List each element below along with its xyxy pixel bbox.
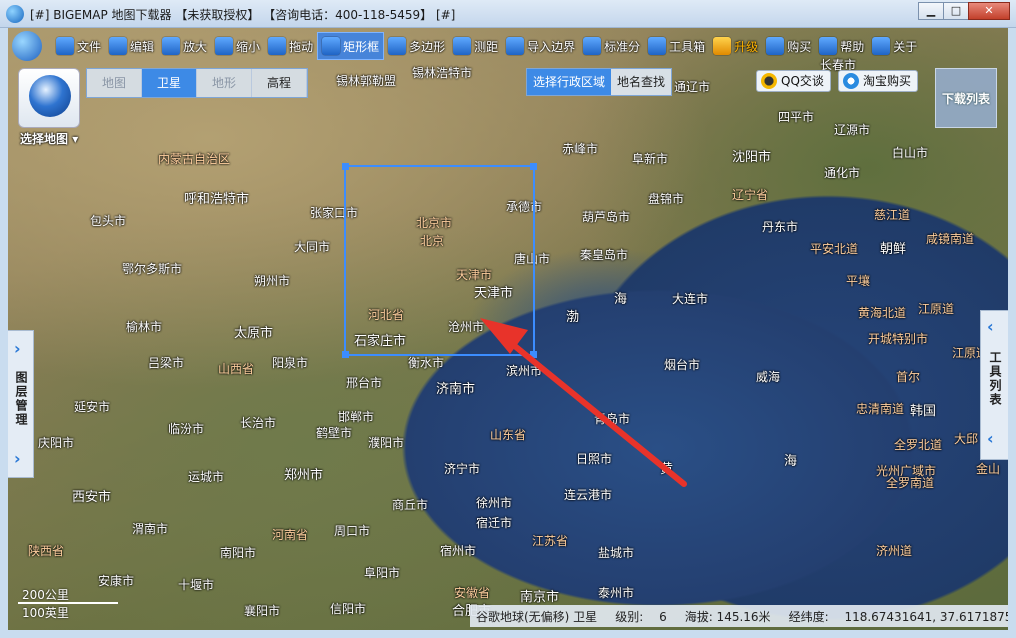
import-icon (506, 37, 525, 55)
polygon-tool-button[interactable]: 多边形 (384, 32, 449, 60)
cart-icon (766, 37, 785, 55)
zoom-out-button[interactable]: 缩小 (211, 32, 264, 60)
qq-icon (761, 73, 777, 89)
map-scale: 200公里 100英里 (14, 584, 124, 624)
measure-button[interactable]: 测距 (449, 32, 502, 60)
standard-grid-button[interactable]: 标准分 (579, 32, 644, 60)
map-type-tabs: 地图 卫星 地形 高程 (86, 68, 308, 98)
main-toolbar: 文件 编辑 放大 缩小 拖动 矩形框 多边形 测距 导入边界 标准分 工具箱 升… (8, 30, 1008, 62)
tool-list-tab[interactable]: ‹ 工具列表 ‹ (980, 310, 1008, 460)
rectangle-tool-button[interactable]: 矩形框 (317, 32, 385, 60)
tool-list-label: 工具列表 (988, 351, 1002, 407)
chevron-left-icon[interactable]: ‹ (987, 317, 994, 336)
map-viewport[interactable]: 锡林郭勒盟 锡林浩特市 通辽市 长春市 四平市 辽源市 内蒙古自治区 赤峰市 阜新市 沈阳市 白山市… (8, 28, 1008, 630)
folder-icon (56, 37, 74, 55)
tab-elevation[interactable]: 高程 (252, 69, 307, 97)
zoom-out-icon (215, 37, 234, 55)
tab-map[interactable]: 地图 (87, 69, 142, 97)
elevation-readout: 海拔: 145.16米 (684, 609, 771, 624)
map-selector-label[interactable]: 选择地图 ▾ (20, 130, 78, 147)
file-button[interactable]: 文件 (52, 32, 105, 60)
download-list-button[interactable]: 下载列表 (935, 68, 997, 128)
upgrade-button[interactable]: 升级 (709, 32, 762, 60)
chevron-right-icon[interactable]: › (14, 449, 21, 468)
pan-button[interactable]: 拖动 (264, 32, 317, 60)
globe-icon (29, 75, 71, 117)
zoom-in-icon (162, 37, 181, 55)
red-arrow-annotation (480, 318, 687, 487)
app-icon (6, 5, 24, 23)
ruler-icon (453, 37, 472, 55)
close-button[interactable]: ✕ (968, 2, 1010, 20)
maximize-button[interactable]: □ (943, 2, 969, 20)
info-icon (872, 37, 891, 55)
window-title: [#] BIGEMAP 地图下载器 【未获取授权】 【咨询电话：400-118-… (30, 8, 456, 22)
map-source: 谷歌地球(无偏移) 卫星 (476, 609, 598, 624)
coordinates-readout: 经纬度: 118.67431641, 37.61718750 (788, 609, 1008, 624)
zoom-in-button[interactable]: 放大 (158, 32, 211, 60)
region-tabs: 选择行政区域 地名查找 (526, 68, 673, 96)
edit-button[interactable]: 编辑 (105, 32, 158, 60)
tab-satellite[interactable]: 卫星 (142, 69, 197, 97)
hand-icon (268, 37, 287, 55)
edit-icon (109, 37, 128, 55)
taobao-buy-button[interactable]: 淘宝购买 (838, 70, 919, 92)
tab-terrain[interactable]: 地形 (197, 69, 252, 97)
zoom-level: 级别: 6 (615, 609, 667, 624)
chevron-right-icon[interactable]: › (14, 339, 21, 358)
title-bar: [#] BIGEMAP 地图下载器 【未获取授权】 【咨询电话：400-118-… (0, 0, 1016, 28)
chevron-left-icon[interactable]: ‹ (987, 429, 994, 448)
import-boundary-button[interactable]: 导入边界 (502, 32, 579, 60)
scale-mi: 100英里 (22, 606, 69, 620)
help-button[interactable]: 帮助 (815, 32, 868, 60)
taobao-icon (843, 73, 859, 89)
polygon-icon (388, 37, 407, 55)
status-bar: 谷歌地球(无偏移) 卫星 级别: 6 海拔: 145.16米 经纬度: 118.… (470, 605, 1008, 627)
place-search-button[interactable]: 地名查找 (611, 69, 672, 95)
grid-icon (583, 37, 602, 55)
layer-panel-label: 图层管理 (14, 371, 28, 427)
diamond-icon (713, 37, 732, 55)
window-controls: ▁ □ ✕ (918, 2, 1010, 20)
help-icon (819, 37, 838, 55)
toolbox-icon (648, 37, 667, 55)
logo-icon (12, 31, 42, 61)
minimize-button[interactable]: ▁ (918, 2, 944, 20)
toolbox-button[interactable]: 工具箱 (644, 32, 709, 60)
buy-button[interactable]: 购买 (762, 32, 815, 60)
scale-km: 200公里 (22, 588, 69, 602)
about-button[interactable]: 关于 (868, 32, 921, 60)
select-admin-region-button[interactable]: 选择行政区域 (527, 69, 612, 95)
map-selector-button[interactable] (18, 68, 80, 128)
qq-chat-button[interactable]: QQ交谈 (756, 70, 831, 92)
layer-panel-tab[interactable]: › 图层管理 › (8, 330, 34, 478)
rectangle-icon (322, 37, 341, 55)
